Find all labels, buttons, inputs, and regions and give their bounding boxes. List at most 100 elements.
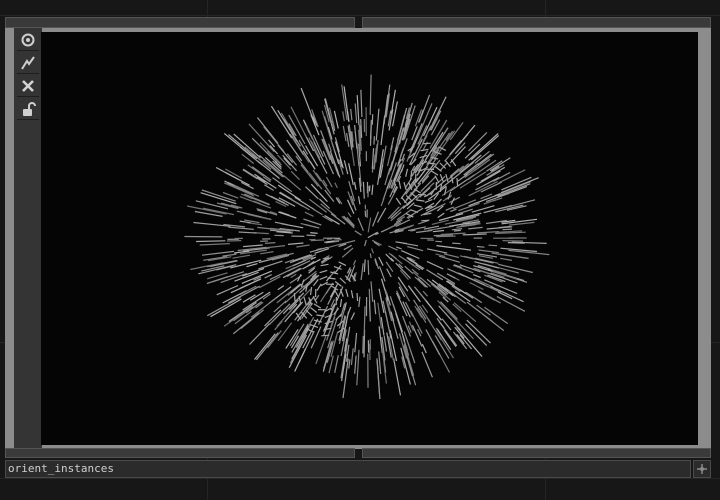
instance-line [290, 170, 300, 181]
lock-button[interactable] [17, 98, 39, 120]
instance-line [450, 246, 472, 251]
instance-line [350, 108, 353, 121]
instance-line [465, 291, 483, 304]
instance-line [304, 223, 320, 229]
instance-line [362, 335, 364, 354]
instance-line [416, 307, 427, 324]
instance-line [377, 302, 382, 329]
instance-line [254, 333, 276, 360]
instance-line [363, 306, 366, 336]
instance-line [346, 133, 350, 147]
input-connector-left[interactable] [5, 17, 355, 28]
instance-line [383, 335, 388, 352]
instance-line [283, 118, 302, 147]
instance-line [443, 253, 460, 259]
instance-line [468, 226, 483, 230]
instance-line [343, 215, 355, 228]
instance-line [419, 187, 431, 198]
instance-line [466, 319, 491, 344]
instance-line [228, 226, 254, 230]
instance-line [380, 197, 385, 207]
instance-line [309, 287, 313, 296]
instance-line [386, 268, 392, 278]
instance-line [484, 306, 509, 325]
instance-line [385, 315, 391, 335]
node-viewer[interactable] [41, 32, 698, 445]
instance-line [470, 134, 500, 161]
instance-line [354, 103, 358, 124]
instance-line [422, 142, 431, 145]
instance-line [354, 355, 357, 374]
instance-line [312, 296, 318, 304]
instance-line [323, 341, 333, 369]
instance-line [362, 181, 365, 199]
instance-line [413, 204, 422, 208]
instance-line [232, 254, 251, 259]
operator-node[interactable] [5, 28, 711, 449]
instance-line [353, 181, 357, 190]
instance-line [306, 234, 316, 237]
instance-line [364, 239, 367, 247]
output-connector-right[interactable] [362, 448, 711, 458]
instance-line [324, 214, 340, 225]
instance-line [321, 256, 333, 265]
instance-line [255, 332, 279, 361]
instance-line [305, 186, 319, 200]
instance-line [453, 302, 477, 323]
instance-line [241, 153, 255, 164]
bypass-button[interactable] [17, 75, 39, 97]
instance-line [410, 209, 419, 213]
instance-line [389, 296, 396, 312]
instance-line [319, 275, 328, 281]
instance-line [494, 180, 532, 197]
instance-line [405, 168, 409, 177]
instance-line [376, 358, 381, 395]
instance-line [375, 108, 380, 141]
instance-line [358, 296, 361, 307]
instance-line [477, 231, 500, 234]
node-name-field[interactable]: orient_instances [5, 460, 691, 478]
instance-line [465, 323, 488, 347]
instance-line [373, 299, 377, 315]
node-expand-button[interactable] [693, 460, 711, 478]
instance-line [230, 184, 244, 192]
input-connector-right[interactable] [362, 17, 711, 28]
instance-line [269, 252, 294, 260]
output-connector-left[interactable] [5, 448, 355, 458]
instance-line [381, 145, 387, 166]
unlock-icon [23, 101, 36, 116]
instance-line [330, 213, 346, 225]
instance-line [304, 211, 314, 217]
instance-line [240, 181, 254, 190]
instance-line [378, 266, 386, 282]
instance-line [354, 332, 358, 353]
instance-line [233, 306, 254, 322]
instance-line [373, 136, 375, 145]
instance-line [270, 105, 293, 139]
instance-line [452, 242, 461, 245]
instance-line [360, 263, 364, 281]
instance-line [445, 206, 455, 211]
instance-line [502, 228, 513, 231]
instance-line [421, 351, 433, 378]
instance-line [436, 235, 456, 238]
instance-line [256, 117, 279, 144]
instance-line [333, 307, 340, 315]
instance-line [342, 125, 347, 142]
instance-line [370, 281, 374, 302]
instance-line [480, 181, 502, 193]
instance-line [421, 219, 430, 222]
instance-line [417, 125, 428, 145]
instance-line [354, 125, 358, 149]
instance-line [300, 164, 319, 187]
cooking-button[interactable] [17, 52, 39, 74]
viewer-toggle-button[interactable] [17, 29, 39, 51]
instance-line [462, 233, 487, 236]
instance-line [437, 212, 445, 219]
instance-line [372, 211, 380, 227]
instance-line [426, 260, 444, 270]
instance-line [499, 257, 513, 261]
instance-line [278, 211, 297, 219]
instance-line [277, 285, 285, 291]
instance-line [319, 269, 328, 274]
